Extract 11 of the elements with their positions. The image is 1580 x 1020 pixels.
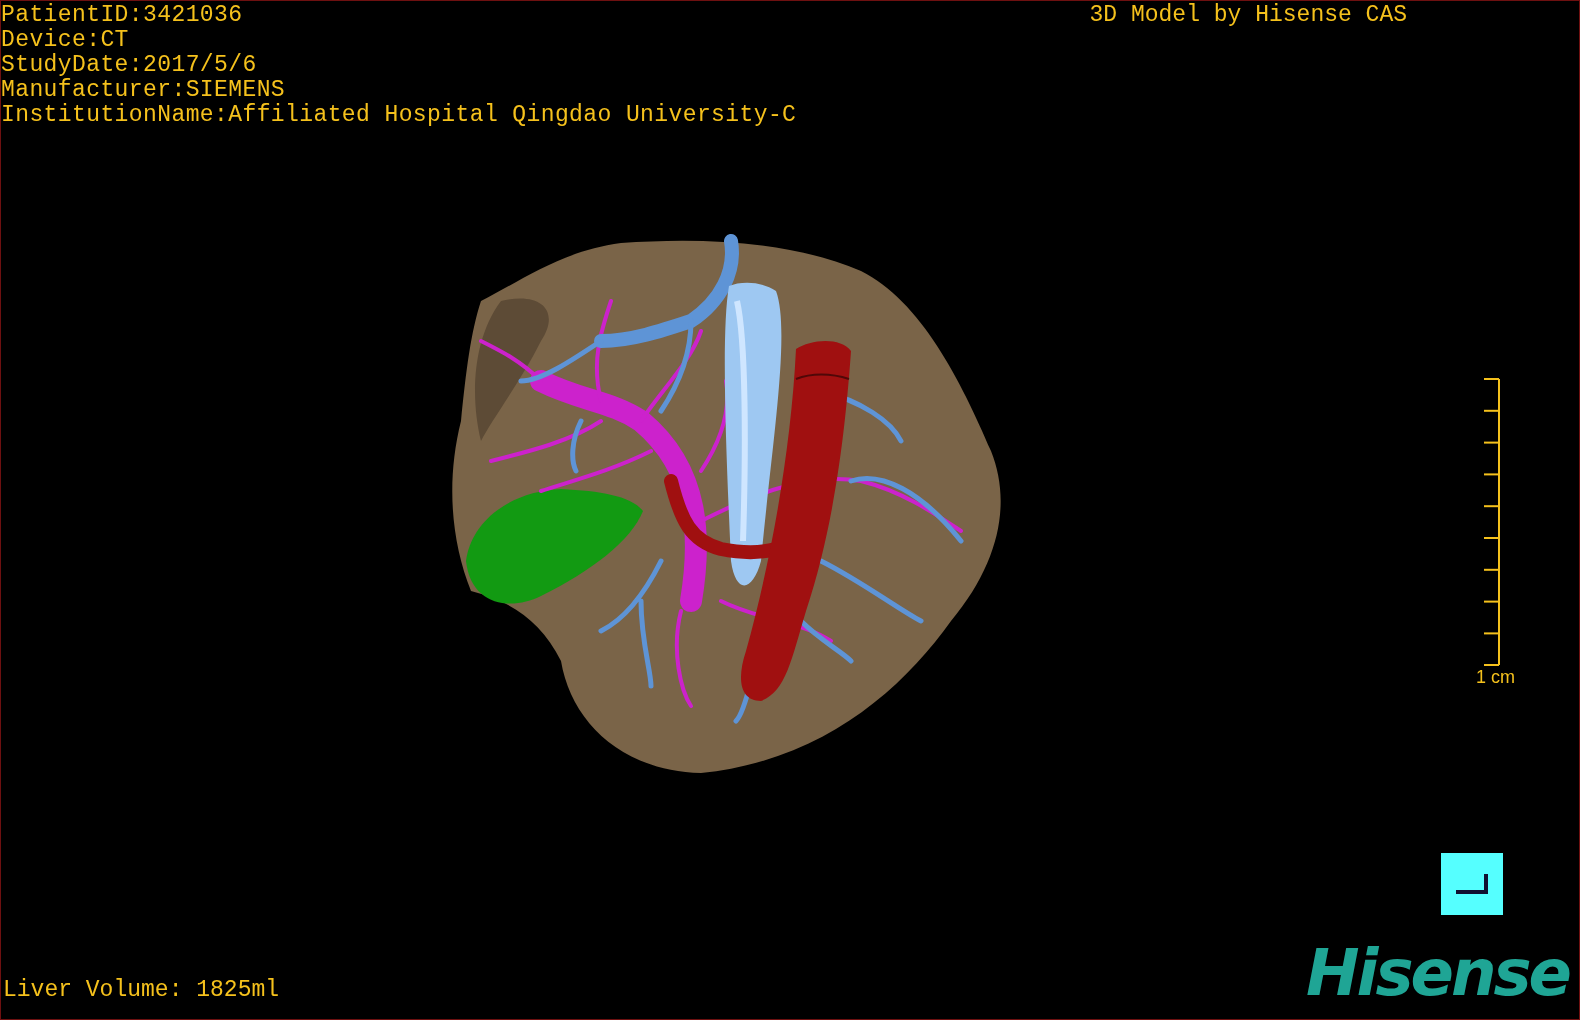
- patient-info-text: Manufacturer:SIEMENS: [1, 78, 287, 103]
- patient-info-text: PatientID:3421036: [1, 3, 244, 28]
- model-title: 3D Model by Hisense CAS: [1089, 1, 1407, 30]
- patient-info-text: InstitutionName:Affiliated Hospital Qingdao University-C: [1, 103, 797, 128]
- scale-label: 1 cm: [1476, 666, 1515, 688]
- liver-volume-text: Liver Volume: 1825ml: [2, 978, 280, 1003]
- corner-icon: [1454, 872, 1490, 896]
- patient-info-text: Device:CT: [1, 28, 130, 53]
- patient-info-text: StudyDate:2017/5/6: [1, 53, 258, 78]
- corner-button[interactable]: [1441, 853, 1503, 915]
- hisense-logo: Hisense: [1305, 943, 1571, 1003]
